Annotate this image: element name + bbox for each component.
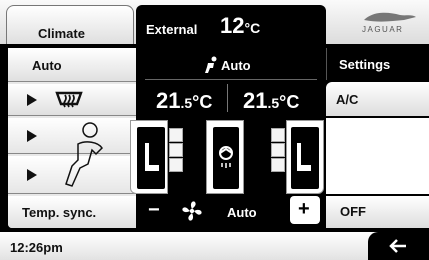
external-temp-value: 12°C [220,13,260,39]
left-heat-level-2 [169,143,183,157]
right-heat-level-1 [271,128,285,142]
auto-climate-person-icon [205,56,217,73]
right-temp-unit: °C [279,92,300,112]
right-heat-level-3 [271,158,285,172]
left-seat-tile [137,127,165,189]
fan-increase-button[interactable]: + [290,196,320,224]
external-temp-label: External [146,22,198,37]
right-seat-tile [291,127,319,189]
seat-icon [145,143,159,171]
play-arrow-icon [27,130,37,142]
climate-mode-label: Auto [221,58,251,73]
fan-plus-label: + [298,198,310,220]
auto-button-label: Auto [32,58,62,73]
seat-icon [297,143,311,171]
fan-decrease-button[interactable]: − [140,198,168,224]
clock-time: 12:26pm [10,240,63,255]
external-temp-number: 12 [220,13,245,38]
climate-screen: Climate External 12°C JAGUAR Auto Temp. … [0,0,429,260]
left-temp-display[interactable]: 21.5°C [156,88,212,114]
ac-button[interactable]: A/C [326,82,429,116]
auto-button[interactable]: Auto [8,48,136,82]
fan-icon [182,201,202,221]
back-button[interactable] [368,232,429,260]
temp-divider [227,84,228,112]
external-temp-unit: °C [244,20,261,36]
recirculation-icon [219,146,233,168]
left-temp-main: 21 [156,88,181,113]
right-heat-level-2 [271,143,285,157]
fan-minus-label: − [148,199,160,221]
rear-defrost-button[interactable] [8,84,136,116]
off-button[interactable]: OFF [326,196,429,228]
temp-sync-button[interactable]: Temp. sync. [8,196,136,228]
settings-label: Settings [339,57,391,72]
temp-sync-label: Temp. sync. [22,205,97,220]
off-label: OFF [340,204,366,219]
right-temp-display[interactable]: 21.5°C [243,88,299,114]
airflow-person-icon [65,122,103,187]
page-title: Climate [38,26,85,41]
jaguar-leaper-icon [364,12,416,22]
play-arrow-icon [27,169,37,181]
left-seat-heater-button[interactable] [130,120,168,194]
left-heat-level-1 [169,128,183,142]
right-temp-main: 21 [243,88,268,113]
left-temp-decimal: .5 [180,95,193,111]
mode-divider [145,79,317,80]
play-arrow-icon [27,94,37,106]
right-blank-area [326,118,429,194]
back-arrow-icon [389,239,406,253]
jaguar-logo: JAGUAR [356,8,420,38]
recirc-tile [213,127,239,189]
fan-speed-label: Auto [227,205,257,220]
right-seat-heater-button[interactable] [286,120,324,194]
recirculation-button[interactable] [206,120,244,194]
rear-window-defrost-icon [55,91,83,108]
left-temp-unit: °C [192,92,213,112]
settings-button[interactable]: Settings [326,48,429,80]
left-heat-level-3 [169,158,183,172]
brand-name: JAGUAR [362,25,404,34]
right-temp-decimal: .5 [267,95,280,111]
ac-label: A/C [336,92,359,107]
footer-bar [0,232,429,260]
